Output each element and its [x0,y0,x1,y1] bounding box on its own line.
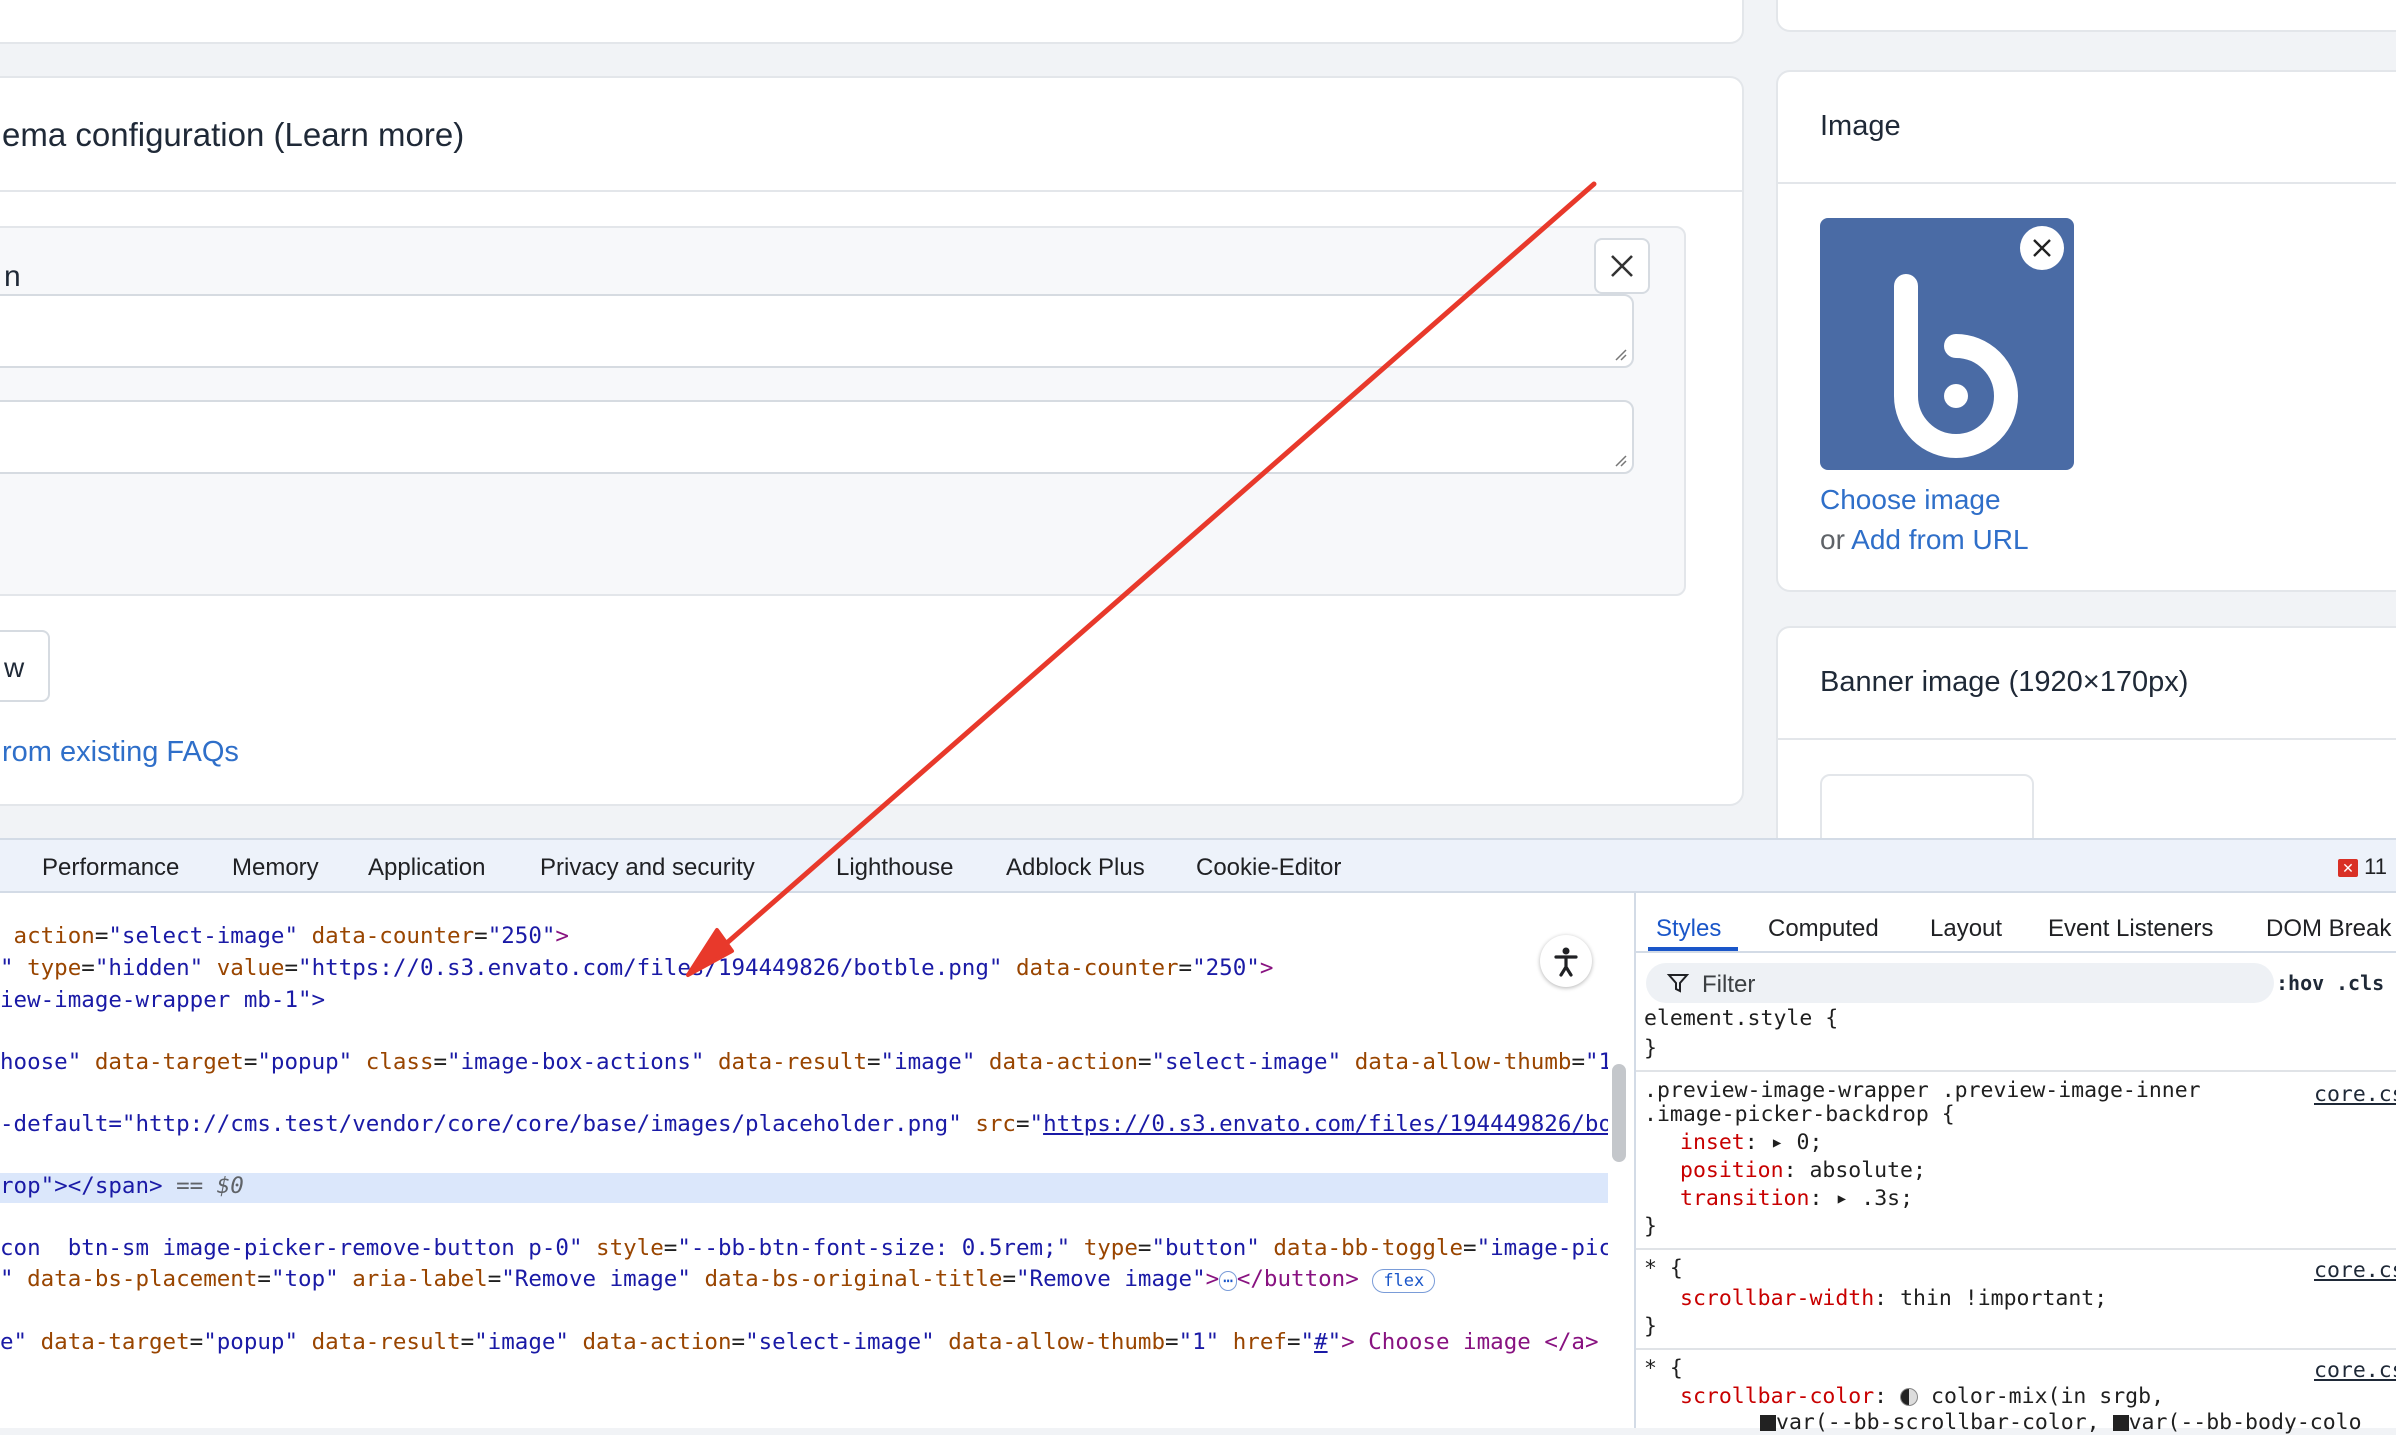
rule1-source[interactable]: core.cs [2314,1082,2396,1107]
banner-card-divider [1778,738,2396,740]
styles-filter-input[interactable]: Filter [1646,963,2274,1003]
href-link[interactable]: # [1314,1329,1328,1355]
rule-close-brace: } [1644,1036,1657,1061]
sidebar-top-card-edge [1776,0,2396,32]
rule3-selector[interactable]: * { [1644,1356,1683,1381]
dom-line[interactable]: " type="hidden" value="https://0.s3.enva… [0,955,1273,985]
dom-line[interactable]: " data-bs-placement="top" aria-label="Re… [0,1266,1436,1296]
elements-panel: action="select-image" data-counter="250"… [0,893,1608,1428]
dom-line[interactable]: con btn-sm image-picker-remove-button p-… [0,1235,1608,1265]
dom-line[interactable]: hoose" data-target="popup" class="image-… [0,1049,1608,1079]
tab-dom-breakpoints[interactable]: DOM Break [2266,915,2391,943]
faq-item-panel: n [0,226,1686,596]
rule-close-brace: } [1644,1314,1657,1339]
color-swatch-icon[interactable] [2112,1415,2129,1431]
question-textarea[interactable] [0,294,1634,368]
expand-triangle-icon[interactable]: ▸ [1835,1186,1848,1211]
tab-privacy-security[interactable]: Privacy and security [540,854,755,882]
rule-separator [1636,1348,2396,1350]
rule2-source[interactable]: core.cs [2314,1258,2396,1283]
add-new-button[interactable]: w [0,630,50,702]
rule1-transition[interactable]: transition: ▸ .3s; [1680,1186,1913,1211]
error-badge[interactable]: ✕ 11 [2338,854,2387,880]
image-card-divider [1778,182,2396,184]
dom-line[interactable]: action="select-image" data-counter="250"… [0,923,569,953]
tab-computed[interactable]: Computed [1768,915,1879,943]
tab-lighthouse[interactable]: Lighthouse [836,854,953,882]
error-icon: ✕ [2338,859,2358,878]
image-card-title: Image [1820,110,1901,142]
dom-line[interactable]: -default="http://cms.test/vendor/core/co… [0,1111,1608,1141]
remove-faq-button[interactable] [1594,238,1650,294]
elements-scrollbar[interactable] [1612,1064,1626,1162]
src-link[interactable]: https://0.s3.envato.com/files/194449826/… [1043,1111,1608,1137]
choose-image-link[interactable]: Choose image [1820,484,2001,516]
resize-handle-icon[interactable] [1614,348,1628,362]
select-from-existing-faqs-link[interactable]: rom existing FAQs [2,736,239,769]
collapsed-content-icon[interactable]: ⋯ [1219,1271,1237,1291]
add-from-url-link[interactable]: Add from URL [1851,524,2028,555]
rule3-continuation: var(--bb-scrollbar-color, var(--bb-body-… [1760,1410,2362,1435]
rule-separator [1636,1248,2396,1250]
rule2-scrollbar-width[interactable]: scrollbar-width: thin !important; [1680,1286,2107,1311]
error-count: 11 [2364,854,2387,879]
banner-image-title: Banner image (1920×170px) [1820,666,2189,698]
or-text: or [1820,524,1845,555]
color-swatch-icon[interactable] [1760,1415,1776,1431]
filter-icon [1666,974,1690,993]
schema-config-card: ema configuration (Learn more) n w rom e… [0,76,1744,806]
flex-badge[interactable]: flex [1372,1269,1436,1293]
rule3-source[interactable]: core.cs [2314,1358,2396,1383]
tab-application[interactable]: Application [368,854,485,882]
header-divider [0,190,1744,192]
expand-triangle-icon[interactable]: ▸ [1771,1130,1784,1155]
resize-handle-icon[interactable] [1614,454,1628,468]
color-swatch-icon[interactable] [1900,1388,1919,1406]
accessibility-icon [1554,947,1578,977]
rule1-inset[interactable]: inset: ▸ 0; [1680,1130,1822,1155]
image-preview[interactable] [1820,218,2074,470]
accessibility-tree-button[interactable] [1540,935,1592,987]
remove-image-button[interactable] [2020,226,2064,270]
rule1-position[interactable]: position: absolute; [1680,1158,1926,1183]
devtools-tab-bar: Performance Memory Application Privacy a… [0,838,2396,893]
tab-adblock-plus[interactable]: Adblock Plus [1006,854,1145,882]
hov-toggle[interactable]: :hov [2276,971,2324,995]
tab-styles[interactable]: Styles [1656,915,1721,943]
rule2-selector[interactable]: * { [1644,1256,1683,1281]
rule-close-brace: } [1644,1214,1657,1239]
rule3-scrollbar-color[interactable]: scrollbar-color: color-mix(in srgb, [1680,1384,2164,1409]
answer-textarea[interactable] [0,400,1634,474]
add-from-url-row: or Add from URL [1820,524,2029,556]
tab-performance[interactable]: Performance [42,854,179,882]
add-new-button-label: w [4,652,25,683]
close-icon [2033,239,2051,257]
element-style-rule[interactable]: element.style { [1644,1006,1838,1031]
styles-tab-divider [1636,951,2396,953]
tab-memory[interactable]: Memory [232,854,319,882]
tab-layout[interactable]: Layout [1930,915,2002,943]
dom-line[interactable]: e" data-target="popup" data-result="imag… [0,1329,1599,1359]
schema-config-title: ema configuration (Learn more) [2,116,465,153]
dom-line-selected[interactable]: rop"></span> == $0 [0,1173,1608,1203]
tab-event-listeners[interactable]: Event Listeners [2048,915,2213,943]
rule-separator [1636,1070,2396,1072]
faq-item-label: n [4,260,21,293]
rule1-selector-cont[interactable]: .image-picker-backdrop { [1644,1102,1955,1127]
image-card: Image Choose image or Add from URL [1776,70,2396,592]
tab-cookie-editor[interactable]: Cookie-Editor [1196,854,1341,882]
cls-toggle[interactable]: .cls [2336,971,2384,995]
rule1-selector[interactable]: .preview-image-wrapper .preview-image-in… [1644,1078,2201,1103]
dom-line[interactable]: iew-image-wrapper mb-1"> [0,987,325,1017]
close-icon [1611,255,1633,277]
devtools-panel: Performance Memory Application Privacy a… [0,838,2396,1435]
filter-placeholder: Filter [1702,971,1756,998]
top-card-edge [0,0,1744,44]
